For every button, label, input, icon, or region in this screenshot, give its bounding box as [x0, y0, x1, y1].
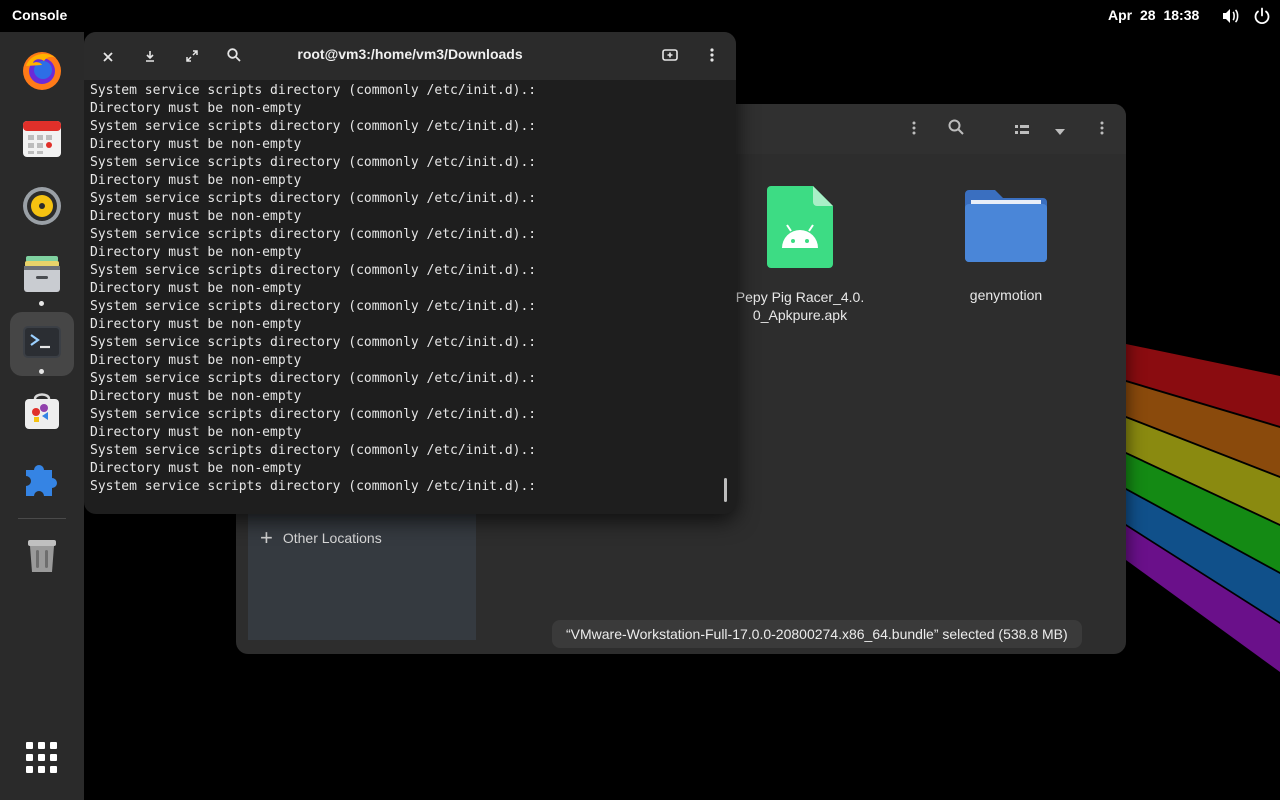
terminal-line: Directory must be non-empty: [90, 461, 302, 476]
show-apps-button[interactable]: [10, 728, 74, 792]
dash-item-calendar[interactable]: [10, 108, 74, 172]
active-app-label[interactable]: Console: [12, 7, 67, 23]
terminal-line: System service scripts directory (common…: [90, 299, 537, 314]
sidebar-item-label: Other Locations: [282, 530, 382, 546]
terminal-line: System service scripts directory (common…: [90, 263, 537, 278]
terminal-line: Directory must be non-empty: [90, 317, 302, 332]
app-grid-icon: [25, 741, 59, 779]
dash-item-extensions[interactable]: [10, 448, 74, 512]
terminal-line: System service scripts directory (common…: [90, 155, 537, 170]
terminal-line: System service scripts directory (common…: [90, 371, 537, 386]
terminal-window[interactable]: root@vm3:/home/vm3/Downloads System serv…: [84, 32, 736, 514]
more-vertical-icon: [710, 47, 714, 66]
file-item-genymotion[interactable]: genymotion: [936, 186, 1076, 304]
view-options-button[interactable]: [1048, 117, 1072, 141]
more-vertical-icon: [1100, 120, 1104, 139]
view-mode-button[interactable]: [1010, 117, 1034, 141]
console-running-indicator: [39, 369, 44, 374]
terminal-menu-button[interactable]: [700, 44, 724, 68]
terminal-line: System service scripts directory (common…: [90, 191, 537, 206]
dash-item-trash[interactable]: [10, 524, 74, 588]
plus-icon: +: [260, 525, 273, 550]
terminal-line: Directory must be non-empty: [90, 209, 302, 224]
terminal-scrollbar[interactable]: [724, 478, 727, 502]
files-running-indicator: [39, 301, 44, 306]
more-vertical-icon: [912, 120, 916, 139]
new-tab-button[interactable]: [658, 44, 682, 68]
terminal-line: Directory must be non-empty: [90, 281, 302, 296]
search-icon: [948, 119, 964, 139]
music-icon: [20, 184, 64, 232]
terminal-output[interactable]: System service scripts directory (common…: [90, 82, 710, 496]
folder-icon: [965, 186, 1047, 270]
terminal-line: System service scripts directory (common…: [90, 407, 537, 422]
window-title: root@vm3:/home/vm3/Downloads: [297, 46, 523, 62]
sidebar-item-other-locations[interactable]: + Other Locations: [260, 525, 382, 550]
path-menu-button[interactable]: [902, 117, 926, 141]
dash-item-firefox[interactable]: [10, 40, 74, 104]
file-name: genymotion: [969, 287, 1043, 303]
power-icon[interactable]: [1252, 6, 1272, 26]
terminal-line: System service scripts directory (common…: [90, 335, 537, 350]
clock[interactable]: Apr 28 18:38: [1108, 7, 1199, 23]
dash-item-console[interactable]: [10, 312, 74, 376]
firefox-icon: [20, 48, 64, 96]
files-icon: [20, 252, 64, 300]
terminal-line: Directory must be non-empty: [90, 245, 302, 260]
android-apk-icon: [767, 186, 833, 272]
terminal-line: System service scripts directory (common…: [90, 119, 537, 134]
dash-item-files[interactable]: [10, 244, 74, 308]
new-tab-icon: [662, 47, 678, 66]
trash-icon: [20, 532, 64, 580]
terminal-line: System service scripts directory (common…: [90, 227, 537, 242]
list-view-icon: [1015, 120, 1029, 139]
selection-status: “VMware-Workstation-Full-17.0.0-20800274…: [552, 620, 1082, 648]
volume-icon[interactable]: [1220, 6, 1240, 26]
terminal-line: Directory must be non-empty: [90, 353, 302, 368]
extensions-icon: [20, 456, 64, 504]
top-bar: Console Apr 28 18:38: [0, 0, 1280, 32]
terminal-line: Directory must be non-empty: [90, 389, 302, 404]
dash-separator: [18, 518, 66, 519]
main-menu-button[interactable]: [1090, 117, 1114, 141]
terminal-line: System service scripts directory (common…: [90, 83, 537, 98]
terminal-line: Directory must be non-empty: [90, 137, 302, 152]
search-button[interactable]: [944, 117, 968, 141]
file-item-apk[interactable]: Pepy Pig Racer_4.0.0_Apkpure.apk: [730, 186, 870, 324]
terminal-line: System service scripts directory (common…: [90, 443, 537, 458]
terminal-line: System service scripts directory (common…: [90, 479, 537, 494]
files-sidebar: + Other Locations: [248, 504, 476, 640]
terminal-line: Directory must be non-empty: [90, 101, 302, 116]
software-icon: [20, 388, 64, 436]
calendar-icon: [20, 116, 64, 164]
terminal-line: Directory must be non-empty: [90, 173, 302, 188]
terminal-icon: [20, 320, 64, 368]
terminal-line: Directory must be non-empty: [90, 425, 302, 440]
dash: [0, 32, 84, 800]
dash-item-rhythmbox[interactable]: [10, 176, 74, 240]
chevron-down-icon: [1055, 120, 1065, 139]
system-menu[interactable]: [1220, 6, 1272, 26]
dash-item-software[interactable]: [10, 380, 74, 444]
file-name: Pepy Pig Racer_4.0.0_Apkpure.apk: [735, 289, 865, 323]
terminal-headerbar: root@vm3:/home/vm3/Downloads: [84, 32, 736, 80]
